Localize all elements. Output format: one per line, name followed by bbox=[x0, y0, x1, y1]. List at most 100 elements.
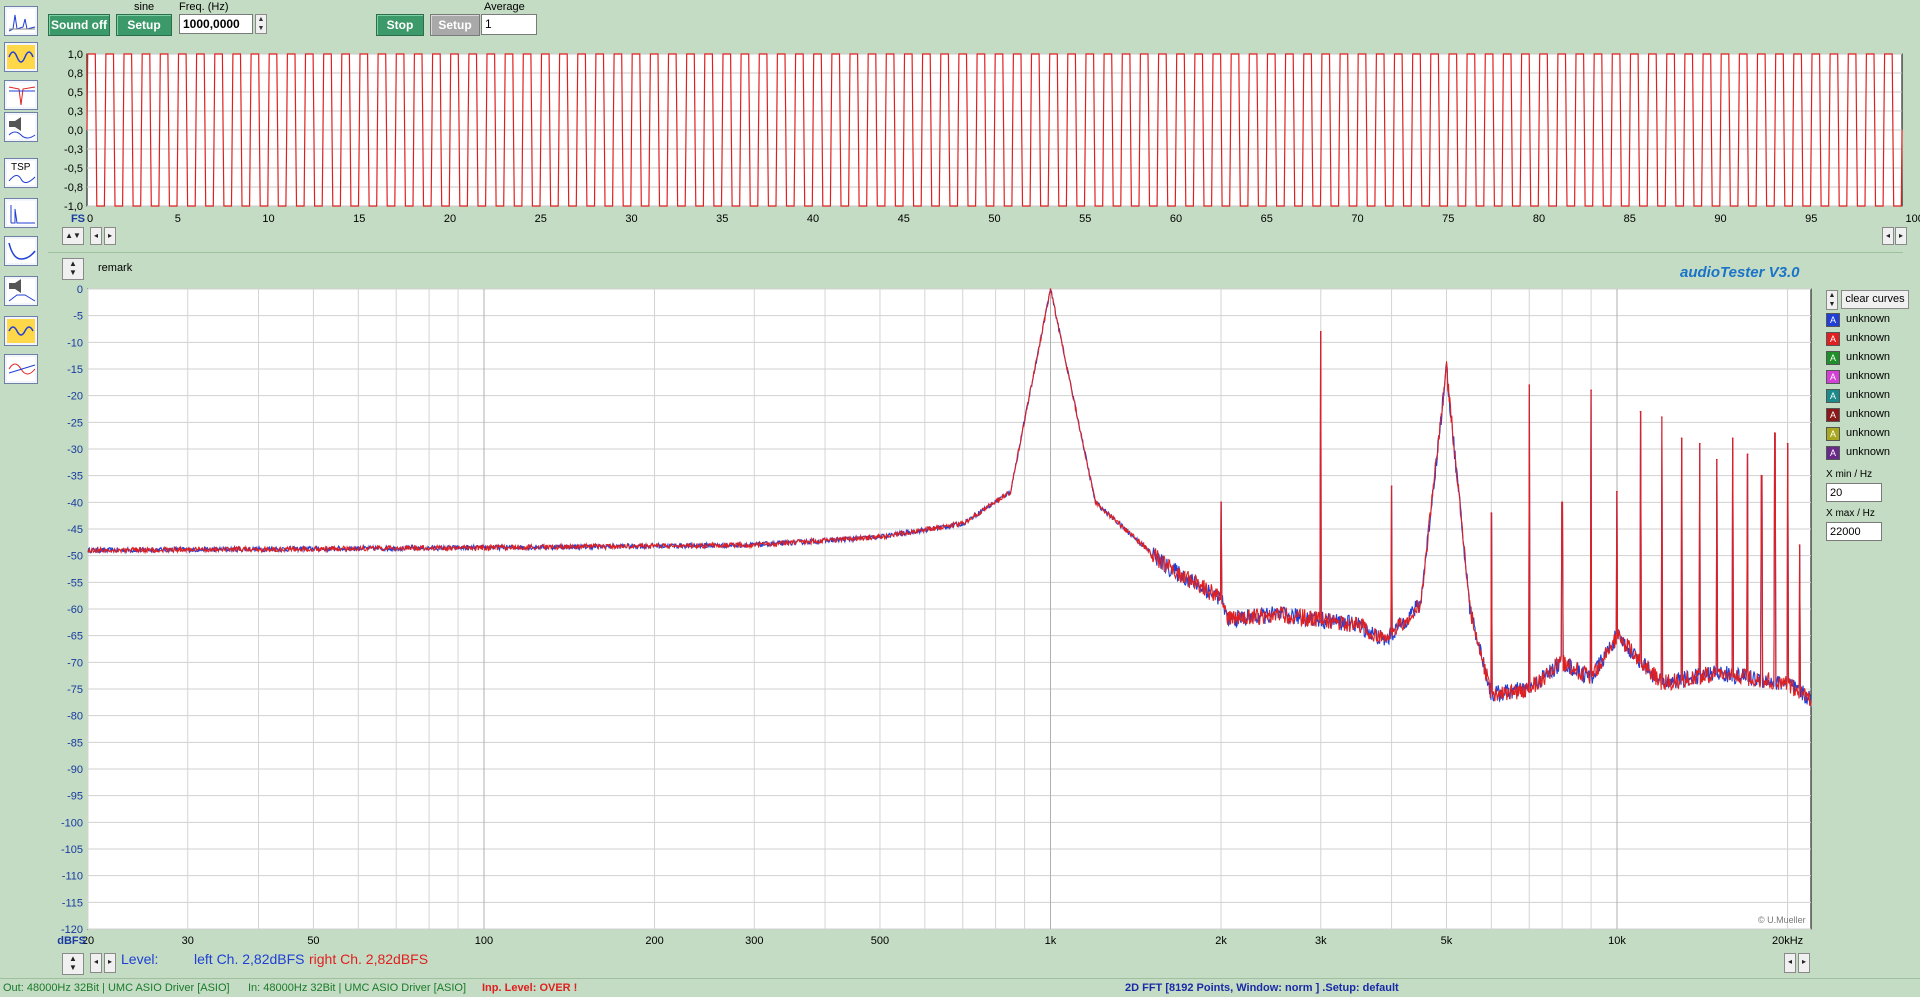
curve-color-swatch[interactable]: A bbox=[1826, 370, 1840, 384]
scope-zoom-spinner[interactable]: ▲▼ bbox=[62, 227, 84, 245]
spectrum-y-tick-label: -85 bbox=[67, 737, 83, 749]
xmin-label: X min / Hz bbox=[1826, 469, 1873, 480]
spectrum-x-tick-label: 500 bbox=[871, 935, 889, 947]
clear-curves-button[interactable]: clear curves bbox=[1841, 290, 1909, 309]
scope-y-tick-label: 0,8 bbox=[68, 68, 83, 80]
average-input[interactable]: 1 bbox=[481, 14, 537, 35]
spectrum-x-tick-label: 200 bbox=[645, 935, 663, 947]
harmonic-peak-point bbox=[1680, 437, 1683, 440]
curve-color-swatch[interactable]: A bbox=[1826, 446, 1840, 460]
harmonic-peak-point bbox=[1490, 512, 1493, 514]
spectrum-y-tick-label: -50 bbox=[67, 551, 83, 563]
scope-y-tick-label: 1,0 bbox=[68, 49, 83, 61]
spectrum-y-tick-label: -30 bbox=[67, 444, 83, 456]
spectrum-y-tick-label: -45 bbox=[67, 524, 83, 536]
sound-off-button[interactable]: Sound off bbox=[48, 14, 110, 36]
spectrum-zoom-spinner[interactable]: ▲ ▼ bbox=[62, 953, 84, 975]
harmonic-peak-point bbox=[1786, 442, 1789, 445]
scope-scroll-right-right-button[interactable]: ▸ bbox=[1895, 227, 1907, 245]
oscilloscope-icon[interactable] bbox=[4, 42, 38, 72]
scope-scroll-left-button[interactable]: ◂ bbox=[90, 227, 102, 245]
frequency-curve-icon[interactable] bbox=[4, 236, 38, 266]
spectrum-y-tick-label: -60 bbox=[67, 604, 83, 616]
curve-label: unknown bbox=[1846, 446, 1891, 458]
scope-x-tick-label: 95 bbox=[1805, 213, 1817, 225]
scope-x-tick-label: 85 bbox=[1624, 213, 1636, 225]
harmonic-peak-point bbox=[1698, 442, 1701, 445]
spectrum-y-tick-label: -25 bbox=[67, 417, 83, 429]
scope-scroll-right-button[interactable]: ▸ bbox=[104, 227, 116, 245]
spectrum-y-tick-label: -15 bbox=[67, 364, 83, 376]
spectrum-scroll-left-right-button[interactable]: ◂ bbox=[1784, 953, 1796, 973]
scope-y-tick-label: 0,5 bbox=[68, 87, 83, 99]
average-label: Average bbox=[484, 1, 525, 13]
phase-response-icon[interactable] bbox=[4, 354, 38, 384]
curve-color-swatch[interactable]: A bbox=[1826, 389, 1840, 403]
scope-y-tick-label: 0,0 bbox=[68, 125, 83, 137]
harmonic-peak-point bbox=[1319, 330, 1322, 333]
scope-x-tick-label: 40 bbox=[807, 213, 819, 225]
spectrum-x-tick-label: 100 bbox=[475, 935, 493, 947]
spectrum-scroll-left-button[interactable]: ◂ bbox=[90, 953, 102, 973]
copyright-watermark: © U.Mueller bbox=[1758, 915, 1806, 925]
curve-color-swatch[interactable]: A bbox=[1826, 427, 1840, 441]
frequency-input[interactable]: 1000,0000 bbox=[179, 14, 253, 34]
fft-spectrum-icon[interactable] bbox=[4, 6, 38, 36]
scope-y-tick-label: -0,8 bbox=[64, 182, 83, 194]
analyzer-setup-button[interactable]: Setup bbox=[430, 14, 480, 36]
curve-label: unknown bbox=[1846, 351, 1891, 363]
scope-x-tick-label: 25 bbox=[535, 213, 547, 225]
spectrum-x-tick-label: 50 bbox=[307, 935, 319, 947]
curve-color-swatch[interactable]: A bbox=[1826, 351, 1840, 365]
remark-spinner[interactable]: ▲ ▼ bbox=[62, 258, 84, 280]
curve-label: unknown bbox=[1846, 408, 1891, 420]
scope-x-tick-label: 100ms bbox=[1905, 213, 1920, 225]
scope-x-tick-label: 35 bbox=[716, 213, 728, 225]
level-label: Level: bbox=[121, 951, 159, 967]
curve-label: unknown bbox=[1846, 370, 1891, 382]
harmonic-peak-point bbox=[1760, 474, 1763, 477]
spectrum-y-tick-label: -95 bbox=[67, 791, 83, 803]
xmin-input[interactable]: 20 bbox=[1826, 483, 1882, 502]
scope-y-tick-label: 0,3 bbox=[68, 106, 83, 118]
harmonic-peak-point bbox=[1798, 544, 1801, 546]
speaker-filter-icon[interactable] bbox=[4, 276, 38, 306]
scope-waveform bbox=[86, 53, 1903, 207]
input-level-warning: Inp. Level: OVER ! bbox=[482, 982, 578, 994]
frequency-spinner[interactable]: ▲ ▼ bbox=[255, 14, 267, 34]
spectrum-x-tick-label: 300 bbox=[745, 935, 763, 947]
input-device-info: In: 48000Hz 32Bit | UMC ASIO Driver [ASI… bbox=[248, 982, 467, 994]
spectrum-y-tick-label: -110 bbox=[62, 871, 83, 883]
fft-info: 2D FFT [8192 Points, Window: norm ] .Set… bbox=[1125, 982, 1399, 994]
spectrum-y-unit-label: dBFS bbox=[57, 935, 86, 947]
scope-x-tick-label: 30 bbox=[625, 213, 637, 225]
spectrum-y-tick-label: -20 bbox=[67, 391, 83, 403]
curve-color-swatch[interactable]: A bbox=[1826, 408, 1840, 422]
right-channel-level: right Ch. 2,82dBFS bbox=[309, 951, 429, 967]
generator-setup-button[interactable]: Setup bbox=[116, 14, 172, 36]
spectrum-y-tick-label: 0 bbox=[77, 284, 83, 296]
spectrum-y-tick-label: -90 bbox=[67, 764, 83, 776]
xmax-input[interactable]: 22000 bbox=[1826, 522, 1882, 541]
curve-color-swatch[interactable]: A bbox=[1826, 313, 1840, 327]
filter-response-icon[interactable] bbox=[4, 80, 38, 110]
scope-x-tick-label: 75 bbox=[1442, 213, 1454, 225]
stop-button[interactable]: Stop bbox=[376, 14, 424, 36]
harmonic-peak-point bbox=[1220, 501, 1222, 504]
spectrum-chart: 0 -5 -10 -15 -20 -25 -30 -35 -40 -45 -50 -55 -60 -65 -… bbox=[57, 284, 1812, 947]
scope-scroll-left-right-button[interactable]: ◂ bbox=[1882, 227, 1894, 245]
tsp-icon[interactable]: TSP bbox=[4, 158, 38, 188]
spectrum-y-tick-label: -70 bbox=[67, 657, 83, 669]
spectrum-scroll-right-right-button[interactable]: ▸ bbox=[1798, 953, 1810, 973]
xmax-label: X max / Hz bbox=[1826, 508, 1875, 519]
spectrum-scroll-right-button[interactable]: ▸ bbox=[104, 953, 116, 973]
oscilloscope-2-icon[interactable] bbox=[4, 316, 38, 346]
curves-spinner[interactable]: ▲ ▼ bbox=[1826, 290, 1838, 310]
impulse-response-icon[interactable] bbox=[4, 198, 38, 228]
speaker-measure-icon[interactable] bbox=[4, 112, 38, 142]
signal-type-label: sine bbox=[134, 1, 155, 13]
scope-x-tick-label: 50 bbox=[988, 213, 1000, 225]
section-divider bbox=[48, 252, 1903, 253]
spectrum-y-tick-label: -100 bbox=[61, 817, 83, 829]
curve-color-swatch[interactable]: A bbox=[1826, 332, 1840, 346]
